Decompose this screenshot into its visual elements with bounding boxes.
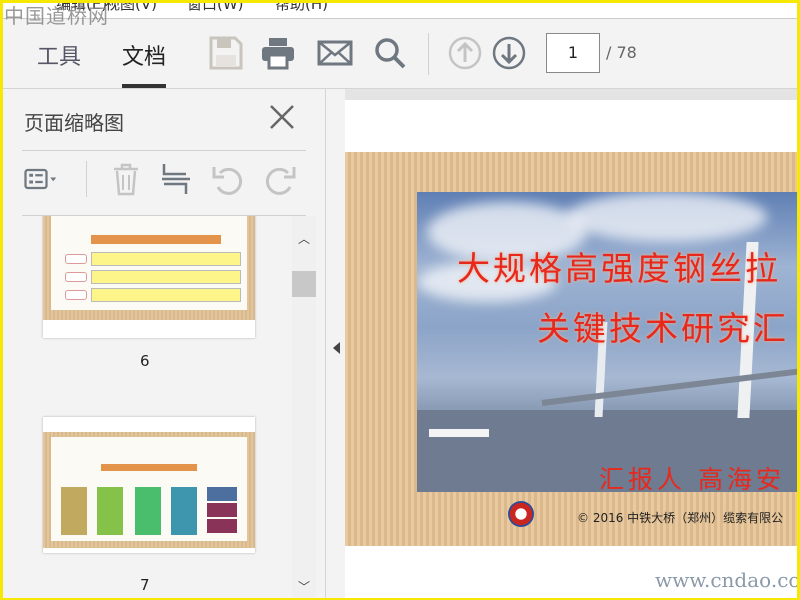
scrollbar-thumb[interactable] bbox=[292, 271, 316, 297]
search-icon[interactable] bbox=[372, 35, 408, 71]
extract-pages-icon[interactable] bbox=[158, 161, 194, 197]
thumbnail-scrollbar[interactable]: ︿ ﹀ bbox=[292, 216, 316, 600]
print-icon[interactable] bbox=[260, 35, 296, 71]
menu-view[interactable]: 视图(V) bbox=[105, 0, 157, 14]
save-icon[interactable] bbox=[208, 35, 244, 71]
page-total: / 78 bbox=[606, 43, 637, 62]
rotate-counterclockwise-icon[interactable] bbox=[210, 161, 246, 197]
collapse-panel-handle[interactable] bbox=[327, 89, 345, 600]
slide: 大规格高强度钢丝拉 关键技术研究汇 汇报人 高海安 © 2016 中铁大桥（郑州… bbox=[345, 152, 800, 546]
thumbnail-list: 6 7 bbox=[0, 216, 292, 600]
bridge-photo: 大规格高强度钢丝拉 关键技术研究汇 汇报人 高海安 bbox=[417, 192, 800, 492]
thumbnail-page-6[interactable] bbox=[43, 216, 255, 338]
pdf-page: 大规格高强度钢丝拉 关键技术研究汇 汇报人 高海安 © 2016 中铁大桥（郑州… bbox=[345, 100, 800, 600]
close-icon[interactable] bbox=[268, 103, 296, 131]
thumbnail-page-7[interactable] bbox=[43, 417, 255, 553]
page-number-input[interactable]: 1 bbox=[546, 33, 600, 73]
delete-icon[interactable] bbox=[108, 161, 144, 197]
scroll-down-icon[interactable]: ﹀ bbox=[298, 578, 310, 595]
company-logo bbox=[508, 501, 534, 527]
previous-page-icon[interactable] bbox=[447, 35, 483, 71]
tab-tools[interactable]: 工具 bbox=[37, 39, 81, 71]
thumbnail-label: 6 bbox=[140, 352, 150, 370]
toolbar: 工具 文档 1 / 78 bbox=[0, 19, 800, 89]
menu-bar: 编辑(E) 视图(V) 窗口(W) 帮助(H) bbox=[0, 0, 800, 19]
rotate-clockwise-icon[interactable] bbox=[262, 161, 298, 197]
document-view: 大规格高强度钢丝拉 关键技术研究汇 汇报人 高海安 © 2016 中铁大桥（郑州… bbox=[345, 89, 800, 600]
collapse-arrow-icon[interactable] bbox=[331, 341, 341, 355]
toolbar-divider bbox=[428, 33, 429, 75]
slide-title-line1: 大规格高强度钢丝拉 bbox=[457, 249, 781, 288]
menu-window[interactable]: 窗口(W) bbox=[187, 0, 244, 14]
next-page-icon[interactable] bbox=[491, 35, 527, 71]
email-icon[interactable] bbox=[317, 35, 353, 71]
slide-reporter: 汇报人 高海安 bbox=[599, 465, 785, 492]
panel-title: 页面缩略图 bbox=[24, 111, 124, 135]
scroll-up-icon[interactable]: ︿ bbox=[298, 230, 310, 247]
tab-document[interactable]: 文档 bbox=[122, 39, 167, 88]
thumbnail-label: 7 bbox=[140, 576, 150, 594]
thumbnail-options-icon[interactable] bbox=[24, 161, 60, 197]
tool-divider bbox=[86, 161, 87, 197]
watermark-top: 中国道桥网 bbox=[4, 4, 109, 28]
slide-title-line2: 关键技术研究汇 bbox=[537, 309, 789, 348]
slide-copyright: © 2016 中铁大桥（郑州）缆索有限公 bbox=[577, 511, 784, 525]
watermark-bottom: www.cndao.com bbox=[655, 568, 800, 592]
divider bbox=[22, 150, 306, 151]
menu-help[interactable]: 帮助(H) bbox=[275, 0, 328, 14]
